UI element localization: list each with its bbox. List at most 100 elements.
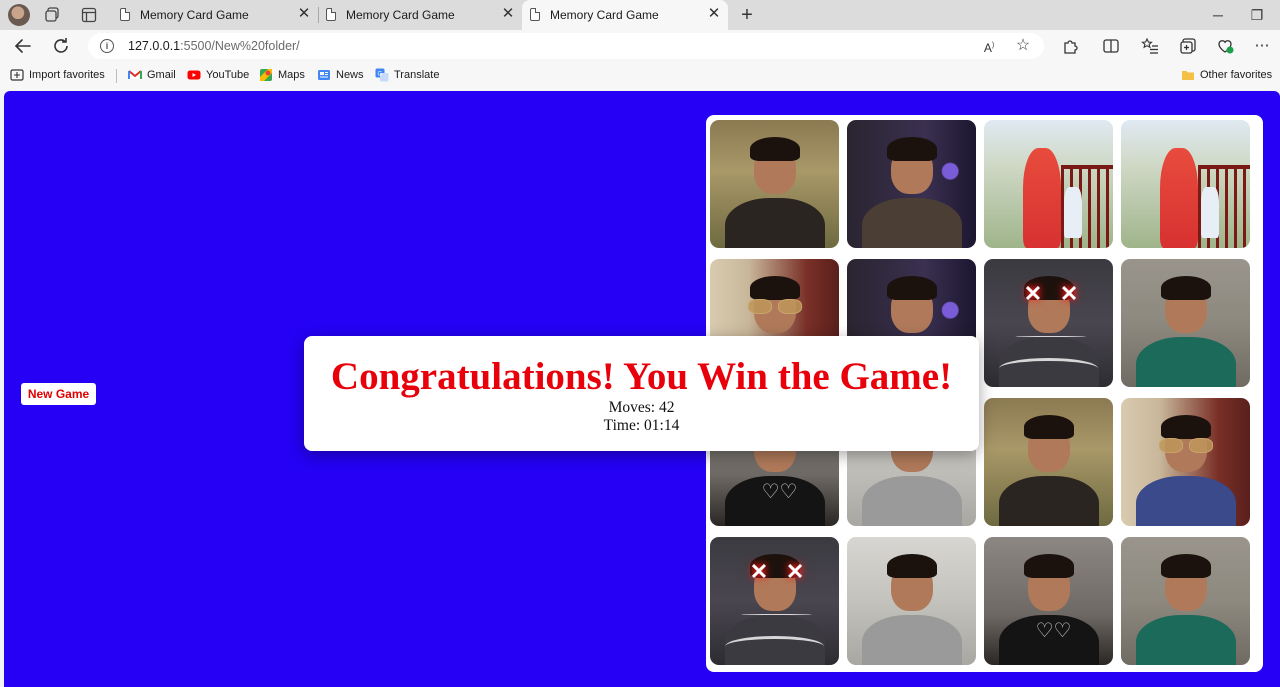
hair-shape	[886, 553, 937, 578]
back-arrow-icon[interactable]	[12, 35, 34, 57]
more-menu-icon[interactable]: ⋯	[1253, 37, 1271, 55]
tab-title: Memory Card Game	[140, 8, 249, 22]
favorite-star-icon[interactable]: ☆	[1014, 37, 1032, 55]
fav-translate[interactable]: G Translate	[375, 68, 439, 84]
restore-icon[interactable]: ❐	[1246, 4, 1268, 26]
svg-text:G: G	[378, 72, 383, 78]
fav-youtube[interactable]: YouTube	[187, 68, 249, 84]
favorites-bar: Import favorites Gmail YouTube Maps News…	[0, 62, 1280, 90]
workspaces-icon[interactable]	[44, 6, 62, 24]
memory-card-woman-child-railing[interactable]	[984, 120, 1113, 248]
hair-shape	[1023, 414, 1074, 439]
news-icon	[318, 70, 330, 80]
youtube-icon	[187, 70, 201, 80]
glowing-x-eye-icon: ✕	[1059, 281, 1079, 306]
minimize-icon[interactable]: ─	[1207, 4, 1229, 26]
sunglasses-icon	[747, 298, 802, 314]
address-bar[interactable]: i 127.0.0.1:5500/New%20folder/ A) ☆	[88, 33, 1044, 59]
child-figure	[1063, 186, 1083, 238]
maps-icon	[260, 69, 272, 81]
tab-3-active[interactable]: Memory Card Game ✕	[522, 0, 728, 30]
signature-mark	[1014, 335, 1086, 337]
url-text[interactable]: 127.0.0.1:5500/New%20folder/	[128, 39, 300, 53]
url-path: :5500/New%20folder/	[180, 39, 300, 53]
hair-shape	[1023, 553, 1074, 578]
tab-actions-icon[interactable]	[80, 6, 98, 24]
fav-gmail[interactable]: Gmail	[128, 68, 176, 84]
shirt-shape	[1135, 337, 1236, 387]
extensions-icon[interactable]	[1061, 37, 1079, 55]
shirt-shape	[861, 476, 962, 526]
hair-shape	[749, 136, 800, 161]
memory-card-man-glowing-x-eyes[interactable]: ✕ ✕	[984, 259, 1113, 387]
elapsed-time: Time: 01:14	[603, 417, 680, 434]
folder-icon	[1182, 71, 1194, 80]
memory-card-man-sitting-field[interactable]	[984, 398, 1113, 526]
child-figure	[1200, 186, 1220, 238]
collections-icon[interactable]	[1179, 37, 1197, 55]
woman-figure	[1159, 148, 1199, 248]
woman-figure	[1022, 148, 1062, 248]
tab-title: Memory Card Game	[346, 8, 455, 22]
fav-label: Import favorites	[29, 69, 105, 81]
memory-card-woman-child-railing[interactable]	[1121, 120, 1250, 248]
page-icon	[120, 8, 130, 21]
hair-shape	[886, 136, 937, 161]
memory-card-man-denim-jacket[interactable]	[847, 537, 976, 665]
memory-card-man-sunglasses-curtain[interactable]	[1121, 398, 1250, 526]
glowing-x-eye-icon: ✕	[785, 559, 805, 584]
close-tab-icon[interactable]: ✕	[296, 6, 312, 22]
tab-title: Memory Card Game	[550, 8, 659, 22]
hair-shape	[1160, 275, 1211, 300]
sunglasses-icon	[1158, 437, 1213, 453]
refresh-icon[interactable]	[50, 35, 72, 57]
memory-card-man-green-kurta[interactable]	[1121, 259, 1250, 387]
tab-strip: Memory Card Game ✕ Memory Card Game ✕ Me…	[0, 0, 1280, 30]
profile-avatar[interactable]	[8, 4, 30, 26]
read-aloud-icon[interactable]: A)	[980, 37, 998, 55]
fav-label: Translate	[394, 69, 440, 81]
tab-2[interactable]: Memory Card Game ✕	[318, 0, 522, 30]
moves-count: Moves: 42	[608, 399, 675, 416]
close-tab-icon[interactable]: ✕	[706, 6, 722, 22]
gmail-icon	[128, 70, 142, 79]
memory-card-man-lights-night[interactable]	[847, 120, 976, 248]
wings-mark	[725, 636, 824, 657]
shirt-shape	[861, 615, 962, 665]
signature-mark	[740, 613, 812, 615]
glowing-x-eye-icon: ✕	[749, 559, 769, 584]
browser-toolbar: i 127.0.0.1:5500/New%20folder/ A) ☆ ⋯	[0, 30, 1280, 62]
page-icon	[326, 8, 336, 21]
wings-mark	[999, 358, 1098, 379]
close-tab-icon[interactable]: ✕	[500, 6, 516, 22]
hair-shape	[1160, 414, 1211, 439]
new-tab-icon[interactable]: +	[736, 4, 758, 26]
win-modal: Congratulations! You Win the Game! Moves…	[304, 336, 979, 451]
tab-1[interactable]: Memory Card Game ✕	[112, 0, 318, 30]
memory-card-man-green-kurta[interactable]	[1121, 537, 1250, 665]
memory-card-man-black-tshirt-hearts[interactable]: ♡♡	[984, 537, 1113, 665]
new-game-button[interactable]: New Game	[21, 383, 96, 405]
fav-import[interactable]: Import favorites	[10, 68, 105, 84]
shirt-shape	[861, 198, 962, 248]
shirt-shape	[1135, 615, 1236, 665]
split-screen-icon[interactable]	[1102, 37, 1120, 55]
page-icon	[530, 8, 540, 21]
site-info-icon[interactable]: i	[100, 39, 114, 53]
memory-card-man-sitting-field[interactable]	[710, 120, 839, 248]
import-icon	[10, 69, 24, 81]
fav-label: News	[336, 69, 364, 81]
browser-essentials-icon[interactable]	[1216, 37, 1234, 55]
shirt-shape	[998, 476, 1099, 526]
fav-maps[interactable]: Maps	[259, 68, 305, 84]
hair-shape	[1160, 553, 1211, 578]
fav-other-favorites[interactable]: Other favorites	[1181, 68, 1272, 84]
shirt-shape	[1135, 476, 1236, 526]
shirt-shape	[724, 198, 825, 248]
fav-label: Gmail	[147, 69, 176, 81]
fav-news[interactable]: News	[317, 68, 364, 84]
favorites-list-icon[interactable]	[1141, 37, 1159, 55]
hair-shape	[886, 275, 937, 300]
hair-shape	[749, 275, 800, 300]
memory-card-man-glowing-x-eyes[interactable]: ✕ ✕	[710, 537, 839, 665]
